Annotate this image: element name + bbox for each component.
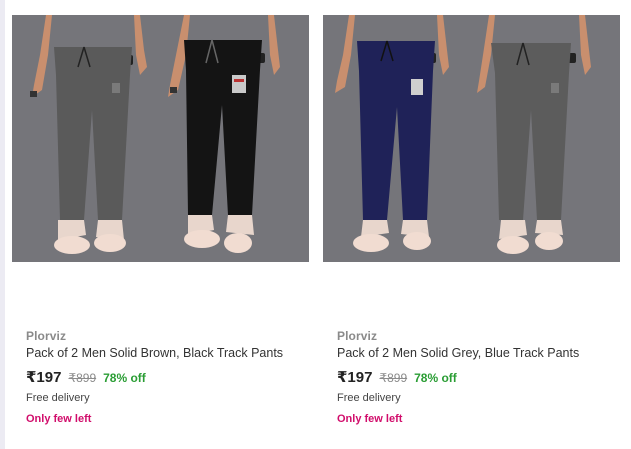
product-photo: [323, 15, 620, 262]
product-card[interactable]: Plorviz Pack of 2 Men Solid Grey, Blue T…: [321, 0, 623, 449]
discount-label: 78% off: [414, 371, 457, 385]
price-row: ₹197 ₹899 78% off: [337, 368, 457, 386]
selling-price: ₹197: [337, 369, 373, 386]
discount-label: 78% off: [103, 371, 146, 385]
product-title[interactable]: Pack of 2 Men Solid Brown, Black Track P…: [26, 346, 283, 360]
product-image[interactable]: [323, 15, 620, 262]
brand-name: Plorviz: [337, 329, 378, 343]
page-edge: [0, 0, 5, 449]
delivery-info: Free delivery: [337, 392, 401, 404]
original-price: ₹899: [68, 371, 97, 385]
product-photo: [12, 15, 309, 262]
brand-name: Plorviz: [26, 329, 67, 343]
product-image[interactable]: [12, 15, 309, 262]
original-price: ₹899: [379, 371, 408, 385]
stock-warning: Only few left: [26, 413, 92, 425]
delivery-info: Free delivery: [26, 392, 90, 404]
selling-price: ₹197: [26, 369, 62, 386]
stock-warning: Only few left: [337, 413, 403, 425]
product-card[interactable]: Plorviz Pack of 2 Men Solid Brown, Black…: [10, 0, 312, 449]
price-row: ₹197 ₹899 78% off: [26, 368, 146, 386]
product-title[interactable]: Pack of 2 Men Solid Grey, Blue Track Pan…: [337, 346, 579, 360]
